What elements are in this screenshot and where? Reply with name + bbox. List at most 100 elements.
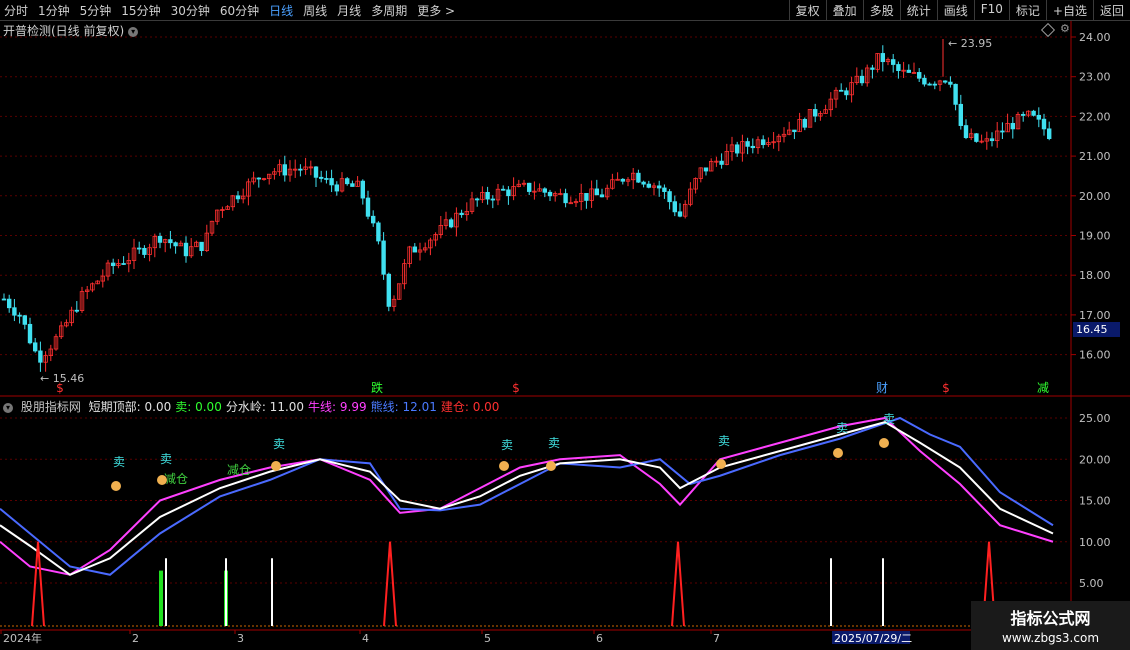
signal-label: 卖	[836, 421, 848, 435]
candle-body	[859, 75, 865, 84]
high-price-label: ← 23.95	[948, 37, 992, 50]
candle-body	[22, 315, 27, 325]
thumb-icon	[499, 461, 509, 471]
x-tick-label: 7	[713, 632, 720, 645]
event-marker: $	[942, 381, 950, 395]
candle-body	[672, 201, 677, 213]
chevron-down-icon[interactable]: ▾	[3, 402, 13, 413]
candle-body	[932, 83, 937, 86]
candle-body	[381, 240, 386, 275]
y-tick-label: 21.00	[1079, 150, 1111, 163]
candle-body	[500, 188, 506, 191]
candle-body	[792, 129, 797, 133]
indicator-y-tick-label: 20.00	[1079, 453, 1111, 466]
candle-body	[646, 183, 651, 188]
thumb-icon	[157, 475, 167, 485]
thumb-icon	[111, 481, 121, 491]
watershed-line	[0, 421, 1054, 576]
x-tick-label: 5	[484, 632, 491, 645]
x-tick-label: 4	[362, 632, 369, 645]
candle-body	[662, 187, 667, 192]
watermark: 指标公式网 www.zbgs3.com	[971, 601, 1130, 650]
y-tick-label: 20.00	[1079, 190, 1111, 203]
thumb-icon	[833, 448, 843, 458]
candle-body	[963, 125, 969, 139]
x-tick-label: 2	[132, 632, 139, 645]
candle-body	[1047, 128, 1052, 139]
x-tick-label: 3	[237, 632, 244, 645]
candle-body	[448, 219, 454, 228]
x-tick-label: 2024年	[3, 631, 42, 645]
candle-body	[142, 247, 147, 255]
candle-body	[891, 59, 896, 65]
candle-body	[386, 273, 391, 307]
signal-label: 卖	[883, 412, 895, 426]
bear-line	[0, 416, 1054, 576]
candle-body	[350, 183, 355, 187]
candle-body	[636, 172, 641, 183]
candle-body	[7, 298, 12, 309]
candle-body	[870, 67, 875, 70]
thumb-icon	[271, 461, 281, 471]
current-price-tag: 16.45	[1073, 322, 1120, 337]
reduce-bar	[159, 570, 163, 626]
candle-body	[953, 83, 958, 105]
y-tick-label: 23.00	[1079, 71, 1111, 84]
candle-body	[657, 185, 662, 189]
candle-body	[527, 182, 532, 192]
thumb-icon	[716, 459, 726, 469]
candle-body	[157, 235, 163, 243]
candle-body	[365, 197, 371, 217]
indicator-y-tick-label: 10.00	[1079, 536, 1111, 549]
indicator-field: 卖: 0.00	[175, 400, 222, 414]
candle-body	[111, 262, 116, 267]
candle-body	[667, 191, 672, 203]
watermark-title: 指标公式网	[1010, 609, 1091, 628]
candle-body	[563, 193, 568, 204]
chart-canvas[interactable]: 24.00 23.00 22.00 21.00 20.00 19.00 18.00 17.00…	[0, 0, 1130, 650]
candle-body	[922, 77, 927, 85]
candle-body	[844, 90, 849, 96]
candle-body	[620, 178, 625, 182]
candle-body	[12, 307, 17, 316]
indicator-y-tick-label: 15.00	[1079, 495, 1111, 508]
date-highlight-label: 2025/07/29/二	[834, 632, 912, 645]
indicator-title-bar: ▾ 股朋指标网 短期顶部: 0.00 卖: 0.00 分水岭: 11.00 牛线: 9…	[0, 398, 503, 414]
candle-body	[1036, 114, 1041, 120]
event-marker: 财	[876, 381, 888, 395]
candle-body	[183, 242, 189, 257]
candle-body	[282, 164, 287, 176]
candle-body	[1000, 130, 1005, 133]
candle-body	[27, 323, 33, 344]
candle-body	[1031, 110, 1036, 116]
candle-body	[199, 241, 204, 252]
indicator-field: 熊线: 12.01	[370, 400, 437, 414]
bull-line	[0, 416, 1054, 576]
candle-body	[344, 178, 350, 185]
signal-label: 卖	[501, 438, 513, 452]
y-tick-label: 19.00	[1079, 230, 1111, 243]
candle-body	[750, 145, 755, 149]
candle-body	[584, 193, 589, 201]
candle-body	[745, 141, 750, 147]
candle-body	[459, 212, 464, 216]
candle-body	[880, 53, 885, 63]
candle-body	[719, 160, 724, 165]
y-tick-label: 18.00	[1079, 269, 1111, 282]
candle-body	[506, 189, 511, 197]
candle-body	[474, 198, 480, 201]
candle-body	[599, 194, 605, 198]
thumb-icon	[879, 438, 889, 448]
candle-body	[917, 72, 922, 79]
event-marker: $	[512, 381, 520, 395]
indicator-field: 短期顶部: 0.00	[88, 400, 172, 414]
candle-body	[313, 166, 319, 178]
candle-body	[412, 246, 417, 253]
candle-body	[376, 222, 381, 242]
candle-body	[235, 195, 241, 200]
candle-body	[334, 184, 339, 192]
candle-body	[943, 80, 948, 83]
candle-body	[703, 167, 709, 172]
y-tick-label: 17.00	[1079, 309, 1111, 322]
candle-body	[324, 178, 329, 180]
